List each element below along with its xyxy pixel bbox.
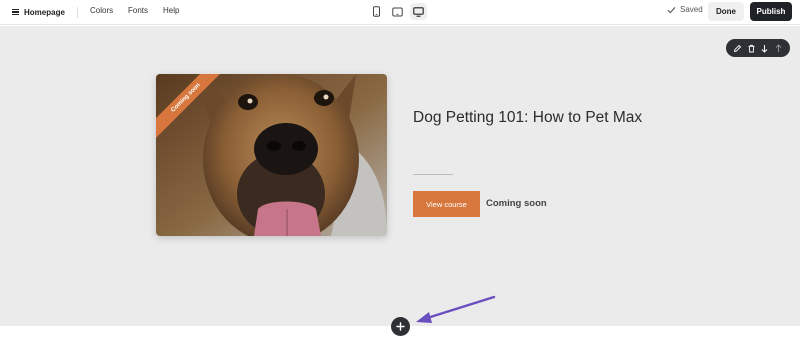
- move-down-icon: [761, 44, 768, 53]
- section-toolbar: [726, 39, 790, 57]
- desktop-icon: [413, 6, 424, 17]
- nav-colors[interactable]: Colors: [90, 6, 113, 15]
- edit-icon: [734, 44, 742, 52]
- tablet-view-button[interactable]: [389, 3, 406, 20]
- annotation-arrow-icon: [416, 295, 496, 323]
- nav-fonts[interactable]: Fonts: [128, 6, 148, 15]
- mobile-icon: [373, 6, 380, 17]
- move-down-button[interactable]: [759, 43, 770, 54]
- delete-section-button[interactable]: [746, 43, 757, 54]
- page-menu-label: Homepage: [24, 7, 65, 17]
- course-title: Dog Petting 101: How to Pet Max: [413, 109, 643, 126]
- save-status-text: Saved: [680, 5, 703, 14]
- course-image: Coming soon: [156, 74, 387, 236]
- move-up-icon: [775, 43, 782, 52]
- save-status: Saved: [667, 5, 703, 14]
- done-button[interactable]: Done: [708, 2, 744, 21]
- view-course-button[interactable]: View course: [413, 191, 480, 217]
- editor-top-bar: Homepage Colors Fonts Help Saved Done Pu…: [0, 0, 800, 25]
- page-menu-button[interactable]: Homepage: [12, 5, 65, 19]
- course-section[interactable]: Coming soon Dog Petting 101: How to Pet …: [0, 26, 800, 326]
- publish-button[interactable]: Publish: [750, 2, 792, 21]
- nav-help[interactable]: Help: [163, 6, 179, 15]
- divider: [77, 7, 78, 18]
- edit-section-button[interactable]: [732, 43, 743, 54]
- plus-icon: [396, 322, 405, 331]
- delete-icon: [748, 44, 755, 52]
- tablet-icon: [392, 7, 403, 16]
- desktop-view-button[interactable]: [410, 3, 427, 20]
- hamburger-icon: [12, 8, 19, 16]
- mobile-view-button[interactable]: [368, 3, 385, 20]
- course-status-text: Coming soon: [486, 198, 547, 209]
- check-icon: [667, 6, 676, 13]
- move-up-button[interactable]: [773, 43, 784, 54]
- add-section-button[interactable]: [391, 317, 410, 336]
- title-divider: [413, 174, 453, 175]
